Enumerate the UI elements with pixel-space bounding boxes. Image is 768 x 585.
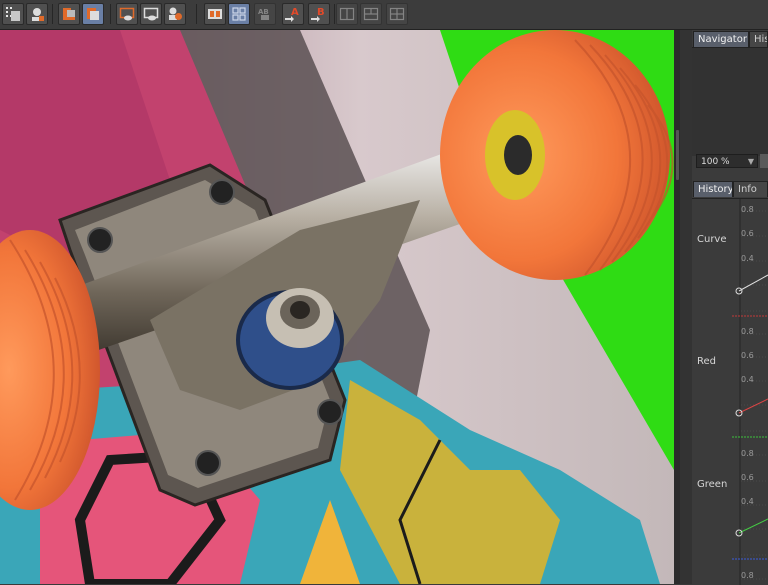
tab-navigator[interactable]: Navigator [693, 31, 749, 47]
splitter-handle[interactable] [676, 130, 679, 180]
tab-info[interactable]: Info [733, 181, 768, 197]
channel-label-curve: Curve [697, 234, 727, 245]
set-b-letter: B [317, 7, 325, 18]
region-render-icon[interactable] [2, 3, 24, 25]
side-panel: Navigator History 100 % ▼ History Info [692, 30, 768, 585]
toolbar-separator [334, 4, 335, 24]
toolbar: AB A B [0, 0, 768, 30]
curve-line [738, 274, 768, 292]
render-settings-icon[interactable] [82, 3, 104, 25]
svg-text:AB: AB [258, 8, 269, 16]
tab-history-top[interactable]: History [749, 31, 768, 47]
set-b-icon[interactable]: B [308, 3, 330, 25]
tick-label: 0.6 [741, 229, 754, 238]
channel-label-red: Red [697, 356, 716, 367]
tick-label: 0.6 [741, 351, 754, 360]
curves-editor[interactable]: 0.8 0.6 0.4 0.8 0.6 0.4 0.8 0.6 0.4 0.8 … [692, 198, 768, 585]
compare-ab-icon[interactable] [204, 3, 226, 25]
panel-gutter [680, 30, 692, 584]
set-a-icon[interactable]: A [282, 3, 304, 25]
chevron-down-icon: ▼ [747, 157, 754, 166]
set-a-letter: A [291, 7, 299, 18]
zoom-select[interactable]: 100 % ▼ [696, 154, 758, 168]
tab-history[interactable]: History [693, 181, 733, 197]
tick-label: 0.8 [741, 571, 754, 580]
tick-label: 0.6 [741, 473, 754, 482]
tick-label: 0.8 [741, 327, 754, 336]
green-curve-line [738, 518, 768, 534]
tick-label: 0.4 [741, 375, 754, 384]
red-curve-line [738, 398, 768, 414]
render-viewport[interactable] [0, 30, 674, 584]
snapshot-icon[interactable] [116, 3, 138, 25]
rendered-image [0, 30, 674, 584]
render-queue-icon[interactable] [58, 3, 80, 25]
compare-ab-swap-icon[interactable]: AB [254, 3, 276, 25]
tick-label: 0.4 [741, 254, 754, 263]
snapshot-view-icon[interactable] [140, 3, 162, 25]
layout-split-icon[interactable] [336, 3, 358, 25]
toolbar-separator [52, 4, 53, 24]
layout-stack-icon[interactable] [360, 3, 382, 25]
toolbar-separator [196, 4, 197, 24]
zoom-slider[interactable] [760, 154, 768, 168]
toolbar-separator [110, 4, 111, 24]
channel-label-green: Green [697, 479, 728, 490]
tick-label: 0.4 [741, 497, 754, 506]
tick-label: 0.8 [741, 449, 754, 458]
tick-label: 0.8 [741, 205, 754, 214]
layout-grid-icon[interactable] [386, 3, 408, 25]
navigator-preview[interactable] [692, 47, 768, 156]
compare-grid-icon[interactable] [228, 3, 250, 25]
team-render-icon[interactable] [164, 3, 186, 25]
zoom-value: 100 % [701, 157, 730, 167]
curves-graph [732, 199, 768, 585]
render-view-icon[interactable] [26, 3, 48, 25]
